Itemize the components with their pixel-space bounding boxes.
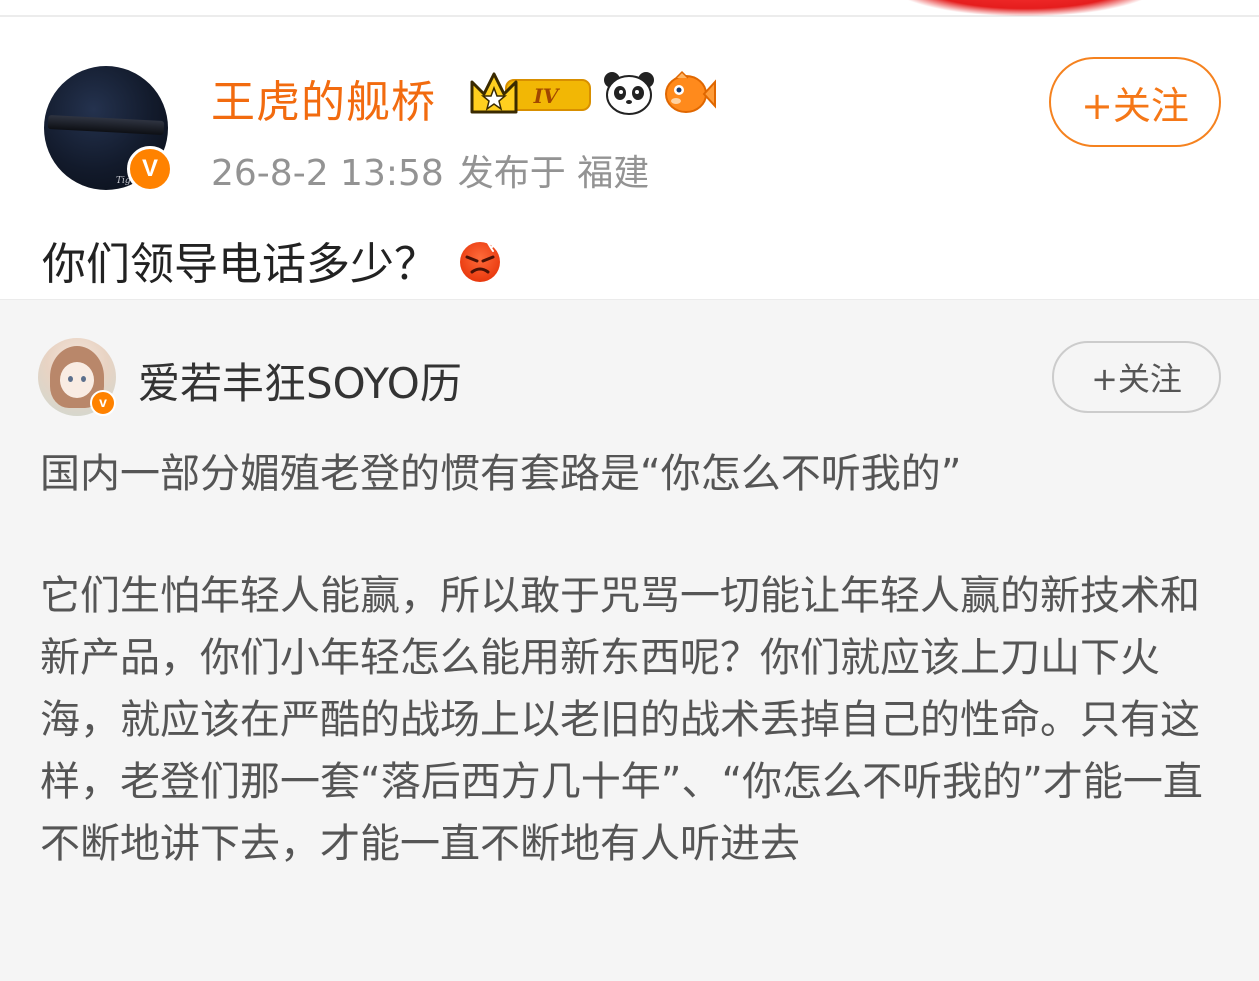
level-badge-text: IV [533,84,561,108]
repost-body[interactable]: 国内一部分媚殖老登的惯有套路是“你怎么不听我的” 它们生怕年轻人能赢，所以敢于咒… [40,443,1220,875]
avatar-ship-graphic [47,114,165,136]
repost-paragraph: 它们生怕年轻人能赢，所以敢于咒骂一切能让年轻人赢的新技术和新产品，你们小年轻怎么… [40,573,1203,867]
repost-author-username[interactable]: 爱若丰狂SOYO历 [138,350,462,411]
crown-level-icon[interactable]: IV [466,68,594,120]
post-timestamp: 26-8-2 13:58 [211,153,444,194]
panda-icon [604,72,654,115]
repost-verified-badge-icon: v [90,390,116,416]
follow-button[interactable]: +关注 [1049,57,1221,147]
fish-icon [665,70,716,113]
post-meta: 26-8-2 13:58 发布于 福建 [211,144,649,196]
verified-badge-icon: V [127,146,173,192]
post-location: 发布于 福建 [457,153,650,194]
repost-follow-button[interactable]: +关注 [1052,341,1221,413]
red-banner-decoration [890,0,1160,16]
repost-paragraph: 国内一部分媚殖老登的惯有套路是“你怎么不听我的” [40,451,962,497]
author-username[interactable]: 王虎的舰桥 [211,66,436,130]
post-content: 你们领导电话多少？ [42,228,502,292]
post-text: 你们领导电话多少？ [42,239,438,290]
top-divider [0,15,1259,17]
angry-emoji-icon [460,242,500,282]
